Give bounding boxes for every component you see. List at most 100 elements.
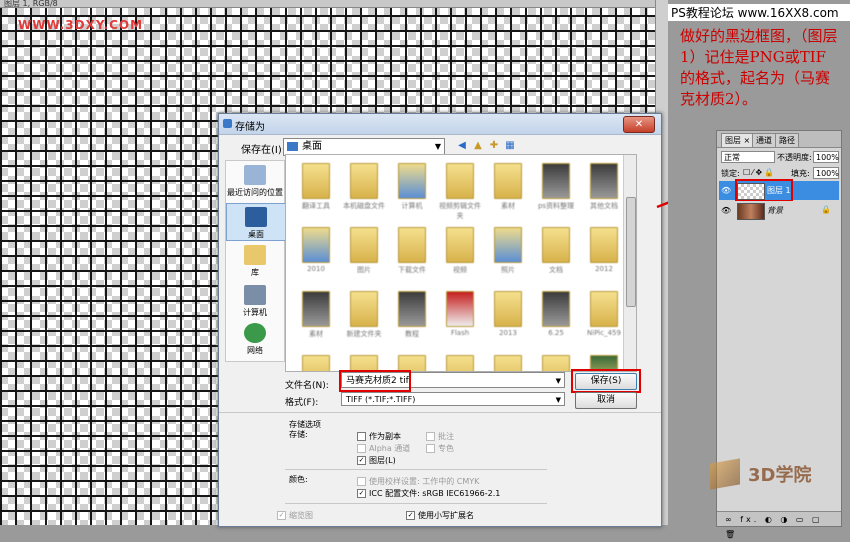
tab-channels[interactable]: 通道 xyxy=(752,133,776,147)
checkbox-box xyxy=(357,444,366,453)
save-options: 存储选项 存储: 作为副本 批注 Alpha 通道 专色 ✓ 图层(L) 颜色: … xyxy=(219,412,661,527)
folder-icon xyxy=(350,291,378,327)
checkbox-box xyxy=(426,432,435,441)
file-item[interactable]: 素材 xyxy=(294,291,338,339)
lock-icon: 🔒 xyxy=(821,205,831,214)
place-library[interactable]: 库 xyxy=(226,245,284,278)
save-button-highlight xyxy=(571,369,641,393)
color-label: 颜色: xyxy=(289,475,308,484)
logo-cube-icon xyxy=(710,458,740,490)
opacity-input[interactable]: 100% xyxy=(813,151,839,163)
place-network[interactable]: 网络 xyxy=(226,323,284,356)
folder-icon xyxy=(350,163,378,199)
tab-paths[interactable]: 路径 xyxy=(775,133,799,147)
app-icon xyxy=(223,119,232,128)
icc-checkbox[interactable]: ✓ ICC 配置文件: sRGB IEC61966-2.1 xyxy=(357,488,500,499)
checkbox-label: 批注 xyxy=(438,432,454,441)
format-select[interactable]: TIFF (*.TIF;*.TIFF) ▼ xyxy=(341,392,565,406)
fill-input[interactable]: 100% xyxy=(813,167,839,179)
file-item[interactable] xyxy=(294,355,338,371)
folder-icon xyxy=(542,163,570,199)
file-item[interactable]: 其他文档 xyxy=(582,163,626,211)
file-item[interactable] xyxy=(438,355,482,371)
logo-text: 3D学院 xyxy=(748,465,812,486)
file-item[interactable]: 视频剪辑文件夹 xyxy=(438,163,482,221)
back-icon[interactable]: ◀ xyxy=(455,139,469,153)
layers-toolbar[interactable]: ∞ fx. ◐ ◑ ▭ ▢ 🗑 xyxy=(717,511,841,539)
checkbox-box xyxy=(357,477,366,486)
place-computer[interactable]: 计算机 xyxy=(226,285,284,318)
folder-icon xyxy=(542,227,570,263)
lock-icon[interactable]: ☐⁄✥🔒 xyxy=(743,168,776,177)
folder-icon xyxy=(590,291,618,327)
file-list[interactable]: 翻译工具 本机磁盘文件 计算机 视频剪辑文件夹 素材 ps资料整理 其他文档 2010 图片 下载… xyxy=(285,154,637,372)
file-item[interactable]: 2012 xyxy=(582,227,626,273)
file-list-scrollbar[interactable] xyxy=(623,155,636,371)
layer-row[interactable]: 👁 背景 🔒 xyxy=(719,201,839,220)
divider xyxy=(285,469,547,470)
file-item[interactable]: 2010 xyxy=(294,227,338,273)
file-item[interactable]: 图片 xyxy=(342,227,386,275)
folder-icon xyxy=(398,227,426,263)
file-item[interactable]: 素材 xyxy=(486,163,530,211)
file-label: 素材 xyxy=(309,330,323,338)
file-label: 照片 xyxy=(501,266,515,274)
alpha-checkbox[interactable]: Alpha 通道 xyxy=(357,443,410,454)
file-item[interactable]: 新建文件夹 xyxy=(342,291,386,339)
folder-icon xyxy=(350,227,378,263)
file-item[interactable]: 2013 xyxy=(486,291,530,337)
notes-checkbox[interactable]: 批注 xyxy=(426,431,454,442)
place-recent[interactable]: 最近访问的位置 xyxy=(226,165,284,198)
view-menu-icon[interactable]: ▦ xyxy=(503,139,517,153)
place-desktop[interactable]: 桌面 xyxy=(226,203,286,241)
save-in-label: 保存在(I): xyxy=(241,145,286,156)
scrollbar-thumb[interactable] xyxy=(626,197,636,307)
file-item[interactable]: 6.25 xyxy=(534,291,578,337)
file-label: 教程 xyxy=(405,330,419,338)
eye-icon[interactable]: 👁 xyxy=(721,206,731,215)
spot-checkbox[interactable]: 专色 xyxy=(426,443,454,454)
file-item[interactable]: 照片 xyxy=(486,227,530,275)
layers-checkbox[interactable]: ✓ 图层(L) xyxy=(357,455,396,466)
cancel-button[interactable]: 取消 xyxy=(575,392,637,409)
checkbox-box xyxy=(426,444,435,453)
file-label: NiPic_459 xyxy=(587,329,621,337)
eye-icon[interactable]: 👁 xyxy=(721,186,731,195)
new-folder-icon[interactable]: ✚ xyxy=(487,139,501,153)
lowercase-ext-checkbox[interactable]: ✓ 使用小写扩展名 xyxy=(406,510,474,521)
folder-icon xyxy=(302,163,330,199)
filename-highlight xyxy=(339,370,411,392)
folder-icon xyxy=(302,291,330,327)
as-copy-checkbox[interactable]: 作为副本 xyxy=(357,431,401,442)
file-item[interactable]: NiPic_459 xyxy=(582,291,626,337)
thumbnail-checkbox[interactable]: ✓ 缩览图 xyxy=(277,510,313,521)
dialog-titlebar[interactable]: 存储为 ✕ xyxy=(219,114,661,135)
file-item[interactable]: 文档 xyxy=(534,227,578,275)
place-label: 计算机 xyxy=(243,308,267,317)
layer-name: 背景 xyxy=(767,206,783,215)
file-label: 新建文件夹 xyxy=(346,330,382,338)
file-label: 2010 xyxy=(307,265,325,273)
file-item[interactable]: 计算机 xyxy=(390,163,434,211)
folder-icon xyxy=(542,291,570,327)
blend-mode-select[interactable]: 正常 xyxy=(721,151,775,163)
file-item[interactable]: 下载文件 xyxy=(390,227,434,275)
file-item[interactable]: Flash xyxy=(438,291,482,337)
file-item[interactable]: ps资料整理 xyxy=(534,163,578,211)
use-proof-checkbox[interactable]: 使用校样设置: 工作中的 CMYK xyxy=(357,476,479,487)
folder-icon xyxy=(494,291,522,327)
file-item[interactable]: 视频 xyxy=(438,227,482,275)
file-item[interactable] xyxy=(486,355,530,371)
tab-layers[interactable]: 图层 × xyxy=(721,133,755,147)
close-button[interactable]: ✕ xyxy=(623,116,655,133)
place-label: 网络 xyxy=(247,346,263,355)
fill-label: 填充: xyxy=(791,169,810,178)
checkbox-label: Alpha 通道 xyxy=(369,444,411,453)
file-item[interactable]: 翻译工具 xyxy=(294,163,338,211)
file-item[interactable]: 本机磁盘文件 xyxy=(342,163,386,211)
logo: 3D学院 xyxy=(700,455,850,505)
up-folder-icon[interactable]: ▲ xyxy=(471,139,485,153)
file-item[interactable]: 教程 xyxy=(390,291,434,339)
file-label: 文档 xyxy=(549,266,563,274)
folder-icon xyxy=(542,355,570,371)
